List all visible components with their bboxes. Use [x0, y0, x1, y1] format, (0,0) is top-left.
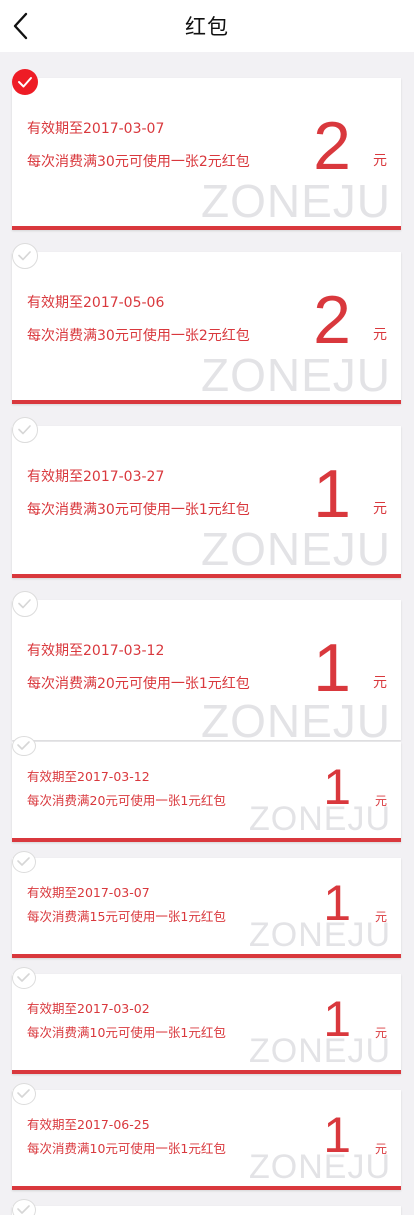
coupon-expiry: 有效期至2017-03-02 — [27, 1001, 150, 1016]
watermark: ZONEJU — [201, 523, 391, 575]
watermark: ZONEJU — [249, 1148, 391, 1186]
select-checkbox[interactable] — [12, 967, 36, 989]
back-button[interactable] — [8, 10, 32, 42]
checkmark-icon — [17, 1089, 30, 1098]
coupon-unit: 元 — [373, 153, 387, 169]
coupon-description: 每次消费满10元可使用一张1元红包 — [27, 1025, 226, 1040]
coupon-amount: 2 — [313, 282, 351, 358]
checkmark-icon — [18, 77, 32, 88]
coupon-card[interactable]: 有效期至2017-06-25 每次消费满10元可使用一张1元红包 1 元 ZON… — [12, 1090, 401, 1190]
coupon-card[interactable]: 有效期至2017-03-12 每次消费满20元可使用一张1元红包 1 元 ZON… — [12, 742, 401, 842]
coupon-card[interactable]: 有效期至2017-03-07 每次消费满30元可使用一张2元红包 2 元 ZON… — [12, 78, 401, 230]
select-checkbox[interactable] — [12, 1199, 36, 1215]
checkmark-icon — [17, 1205, 30, 1214]
coupon-expiry: 有效期至2017-06-25 — [27, 1117, 150, 1132]
coupon-expiry: 有效期至2017-05-06 — [27, 295, 165, 311]
chevron-left-icon — [13, 12, 28, 40]
watermark: ZONEJU — [249, 1032, 391, 1070]
watermark: ZONEJU — [201, 695, 391, 740]
coupon-expiry: 有效期至2017-03-07 — [27, 121, 165, 137]
checkmark-icon — [17, 973, 30, 982]
coupon-unit: 元 — [373, 327, 387, 343]
checkmark-icon — [17, 857, 30, 866]
coupon-description: 每次消费满30元可使用一张2元红包 — [27, 328, 250, 344]
coupon-unit: 元 — [373, 501, 387, 517]
select-checkbox[interactable] — [12, 736, 36, 756]
coupon-description: 每次消费满10元可使用一张1元红包 — [27, 1141, 226, 1156]
checkmark-icon — [18, 251, 31, 261]
watermark: ZONEJU — [249, 800, 391, 838]
watermark: ZONEJU — [201, 175, 391, 227]
coupon-card[interactable]: 有效期至2017-03-07 每次消费满15元可使用一张1元红包 1 元 ZON… — [12, 858, 401, 958]
coupon-list[interactable]: 有效期至2017-03-07 每次消费满30元可使用一张2元红包 2 元 ZON… — [0, 52, 414, 1215]
coupon-description: 每次消费满20元可使用一张1元红包 — [27, 793, 226, 808]
coupon-expiry: 有效期至2017-03-12 — [27, 769, 150, 784]
coupon-amount: 1 — [313, 630, 351, 706]
coupon-amount: 2 — [313, 108, 351, 184]
coupon-expiry: 有效期至2017-03-12 — [27, 643, 165, 659]
coupon-description: 每次消费满30元可使用一张2元红包 — [27, 154, 250, 170]
page-title: 红包 — [185, 15, 229, 39]
select-checkbox[interactable] — [12, 851, 36, 873]
watermark: ZONEJU — [249, 916, 391, 954]
coupon-unit: 元 — [373, 675, 387, 691]
checkmark-icon — [18, 599, 31, 609]
select-checkbox[interactable] — [12, 417, 38, 443]
coupon-card[interactable]: 有效期至2017-03-02 每次消费满10元可使用一张1元红包 1 元 ZON… — [12, 974, 401, 1074]
select-checkbox[interactable] — [12, 1083, 36, 1105]
watermark: ZONEJU — [201, 349, 391, 401]
coupon-card[interactable]: 有效期至2017-03-12 每次消费满20元可使用一张1元红包 1 元 ZON… — [12, 600, 401, 740]
select-checkbox[interactable] — [12, 69, 38, 95]
coupon-card[interactable] — [12, 1206, 401, 1215]
coupon-amount: 1 — [313, 456, 351, 532]
top-bar: 红包 — [0, 0, 414, 52]
coupon-description: 每次消费满20元可使用一张1元红包 — [27, 676, 250, 692]
coupon-expiry: 有效期至2017-03-27 — [27, 469, 165, 485]
coupon-expiry: 有效期至2017-03-07 — [27, 885, 150, 900]
coupon-card[interactable]: 有效期至2017-03-27 每次消费满30元可使用一张1元红包 1 元 ZON… — [12, 426, 401, 578]
coupon-description: 每次消费满15元可使用一张1元红包 — [27, 909, 226, 924]
select-checkbox[interactable] — [12, 243, 38, 269]
coupon-card[interactable]: 有效期至2017-05-06 每次消费满30元可使用一张2元红包 2 元 ZON… — [12, 252, 401, 404]
coupon-description: 每次消费满30元可使用一张1元红包 — [27, 502, 250, 518]
checkmark-icon — [18, 425, 31, 435]
checkmark-icon — [17, 741, 30, 750]
select-checkbox[interactable] — [12, 591, 38, 617]
